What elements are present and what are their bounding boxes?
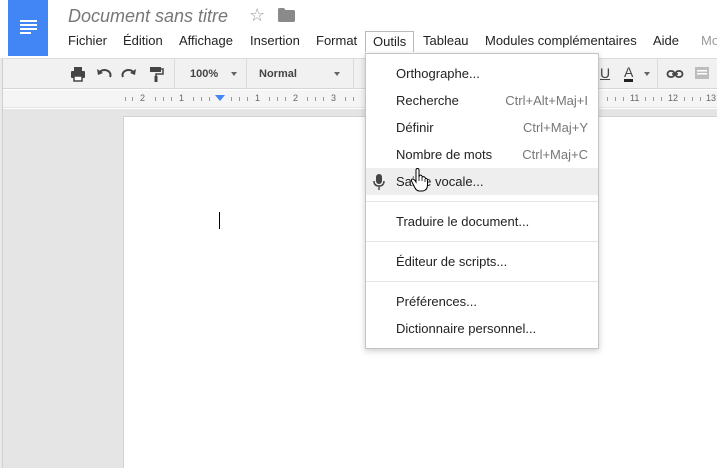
microphone-icon — [373, 174, 385, 190]
menu-item-recherche[interactable]: Recherche Ctrl+Alt+Maj+I — [366, 87, 598, 114]
toolbar: 100% Normal U A — [3, 58, 717, 89]
ruler-tick — [125, 97, 126, 101]
ruler[interactable]: 2 1 1 2 3 4 5 6 7 8 9 11 12 13 — [3, 90, 717, 108]
folder-icon[interactable] — [278, 8, 295, 22]
menu-item-label: Orthographe... — [396, 66, 480, 81]
ruler-tick — [307, 97, 308, 101]
menu-item-shortcut: Ctrl+Maj+C — [522, 147, 588, 162]
menu-item-preferences[interactable]: Préférences... — [366, 288, 598, 315]
app-header: Document sans titre ☆ Fichier Édition Af… — [0, 0, 717, 58]
ruler-tick — [193, 97, 194, 101]
zoom-caret-icon[interactable] — [231, 72, 237, 76]
ruler-tick — [239, 97, 240, 101]
menu-item-shortcut: Ctrl+Maj+Y — [522, 120, 588, 135]
menu-item-shortcut: Ctrl+Alt+Maj+I — [505, 93, 588, 108]
ruler-tick — [269, 97, 270, 101]
menu-separator — [366, 281, 598, 282]
ruler-tick — [163, 97, 164, 101]
menu-fichier[interactable]: Fichier — [61, 31, 114, 52]
undo-icon[interactable] — [95, 65, 113, 83]
menu-separator — [366, 201, 598, 202]
ruler-label: 1 — [255, 93, 261, 103]
ruler-label: 1 — [179, 93, 185, 103]
docs-logo-icon[interactable] — [8, 0, 48, 56]
menu-insertion[interactable]: Insertion — [243, 31, 307, 52]
ruler-label: 2 — [293, 93, 299, 103]
ruler-tick — [684, 97, 685, 101]
ruler-tick — [653, 97, 654, 101]
menu-item-saisie-vocale[interactable]: Saisie vocale... — [366, 168, 598, 195]
ruler-tick — [285, 97, 286, 101]
menu-item-orthographe[interactable]: Orthographe... — [366, 60, 598, 87]
ruler-tick — [700, 97, 701, 101]
ruler-tick — [615, 97, 616, 101]
toolbar-separator — [174, 59, 175, 89]
ruler-tick — [345, 97, 346, 101]
print-icon[interactable] — [69, 65, 87, 83]
ruler-tick — [247, 97, 248, 101]
toolbar-separator — [246, 59, 247, 89]
menu-item-nombre-de-mots[interactable]: Nombre de mots Ctrl+Maj+C — [366, 141, 598, 168]
menu-item-label: Dictionnaire personnel... — [396, 321, 537, 336]
toolbar-separator — [353, 59, 354, 89]
menu-item-label: Traduire le document... — [396, 214, 530, 229]
document-title[interactable]: Document sans titre — [68, 6, 228, 27]
menu-item-definir[interactable]: Définir Ctrl+Maj+Y — [366, 114, 598, 141]
style-select[interactable]: Normal — [259, 68, 297, 80]
menu-item-traduire[interactable]: Traduire le document... — [366, 208, 598, 235]
ruler-tick — [645, 97, 646, 101]
menu-item-label: Nombre de mots — [396, 147, 493, 162]
style-caret-icon[interactable] — [334, 72, 340, 76]
ruler-tick — [692, 97, 693, 101]
ruler-tick — [155, 97, 156, 101]
menu-edition[interactable]: Édition — [116, 31, 170, 52]
hand-cursor-icon — [410, 168, 428, 192]
menu-outils[interactable]: Outils — [365, 31, 415, 52]
menu-item-label: Éditeur de scripts... — [396, 254, 508, 269]
menu-item-label: Recherche — [396, 93, 459, 108]
ruler-label: 12 — [668, 93, 679, 103]
ruler-tick — [209, 97, 210, 101]
ruler-tick — [277, 97, 278, 101]
ruler-tick — [315, 97, 316, 101]
menu-aide[interactable]: Aide — [646, 31, 686, 52]
ruler-label: 11 — [630, 93, 640, 103]
ruler-tick — [323, 97, 324, 101]
menu-more[interactable]: Mo — [694, 31, 717, 52]
toolbar-separator — [657, 59, 658, 89]
document-canvas — [3, 109, 717, 468]
ruler-label: 2 — [140, 93, 146, 103]
menu-separator — [366, 241, 598, 242]
menu-modules[interactable]: Modules complémentaires — [478, 31, 644, 52]
tools-menu: Orthographe... Recherche Ctrl+Alt+Maj+I … — [365, 53, 599, 349]
underline-button[interactable]: U — [600, 65, 610, 81]
ruler-tick — [353, 97, 354, 101]
menu-item-editeur-scripts[interactable]: Éditeur de scripts... — [366, 248, 598, 275]
comment-icon[interactable] — [693, 65, 711, 83]
text-cursor — [219, 212, 220, 229]
menu-affichage[interactable]: Affichage — [172, 31, 240, 52]
menu-item-label: Définir — [396, 120, 434, 135]
ruler-tick — [231, 97, 232, 101]
menu-item-dictionnaire[interactable]: Dictionnaire personnel... — [366, 315, 598, 342]
indent-marker-icon[interactable] — [215, 95, 225, 101]
redo-icon[interactable] — [120, 65, 138, 83]
menu-format[interactable]: Format — [309, 31, 364, 52]
menu-tableau[interactable]: Tableau — [416, 31, 476, 52]
text-color-button[interactable]: A — [624, 65, 634, 82]
ruler-tick — [171, 97, 172, 101]
ruler-label: 3 — [331, 93, 337, 103]
paint-format-icon[interactable] — [147, 65, 165, 83]
zoom-select[interactable]: 100% — [190, 68, 218, 80]
ruler-tick — [201, 97, 202, 101]
ruler-tick — [661, 97, 662, 101]
ruler-tick — [623, 97, 624, 101]
ruler-tick — [132, 97, 133, 101]
ruler-label: 13 — [706, 93, 717, 103]
text-color-caret-icon[interactable] — [644, 72, 650, 76]
link-icon[interactable] — [666, 65, 684, 83]
ruler-tick — [607, 97, 608, 101]
menu-item-label: Préférences... — [396, 294, 477, 309]
star-icon[interactable]: ☆ — [249, 5, 265, 25]
